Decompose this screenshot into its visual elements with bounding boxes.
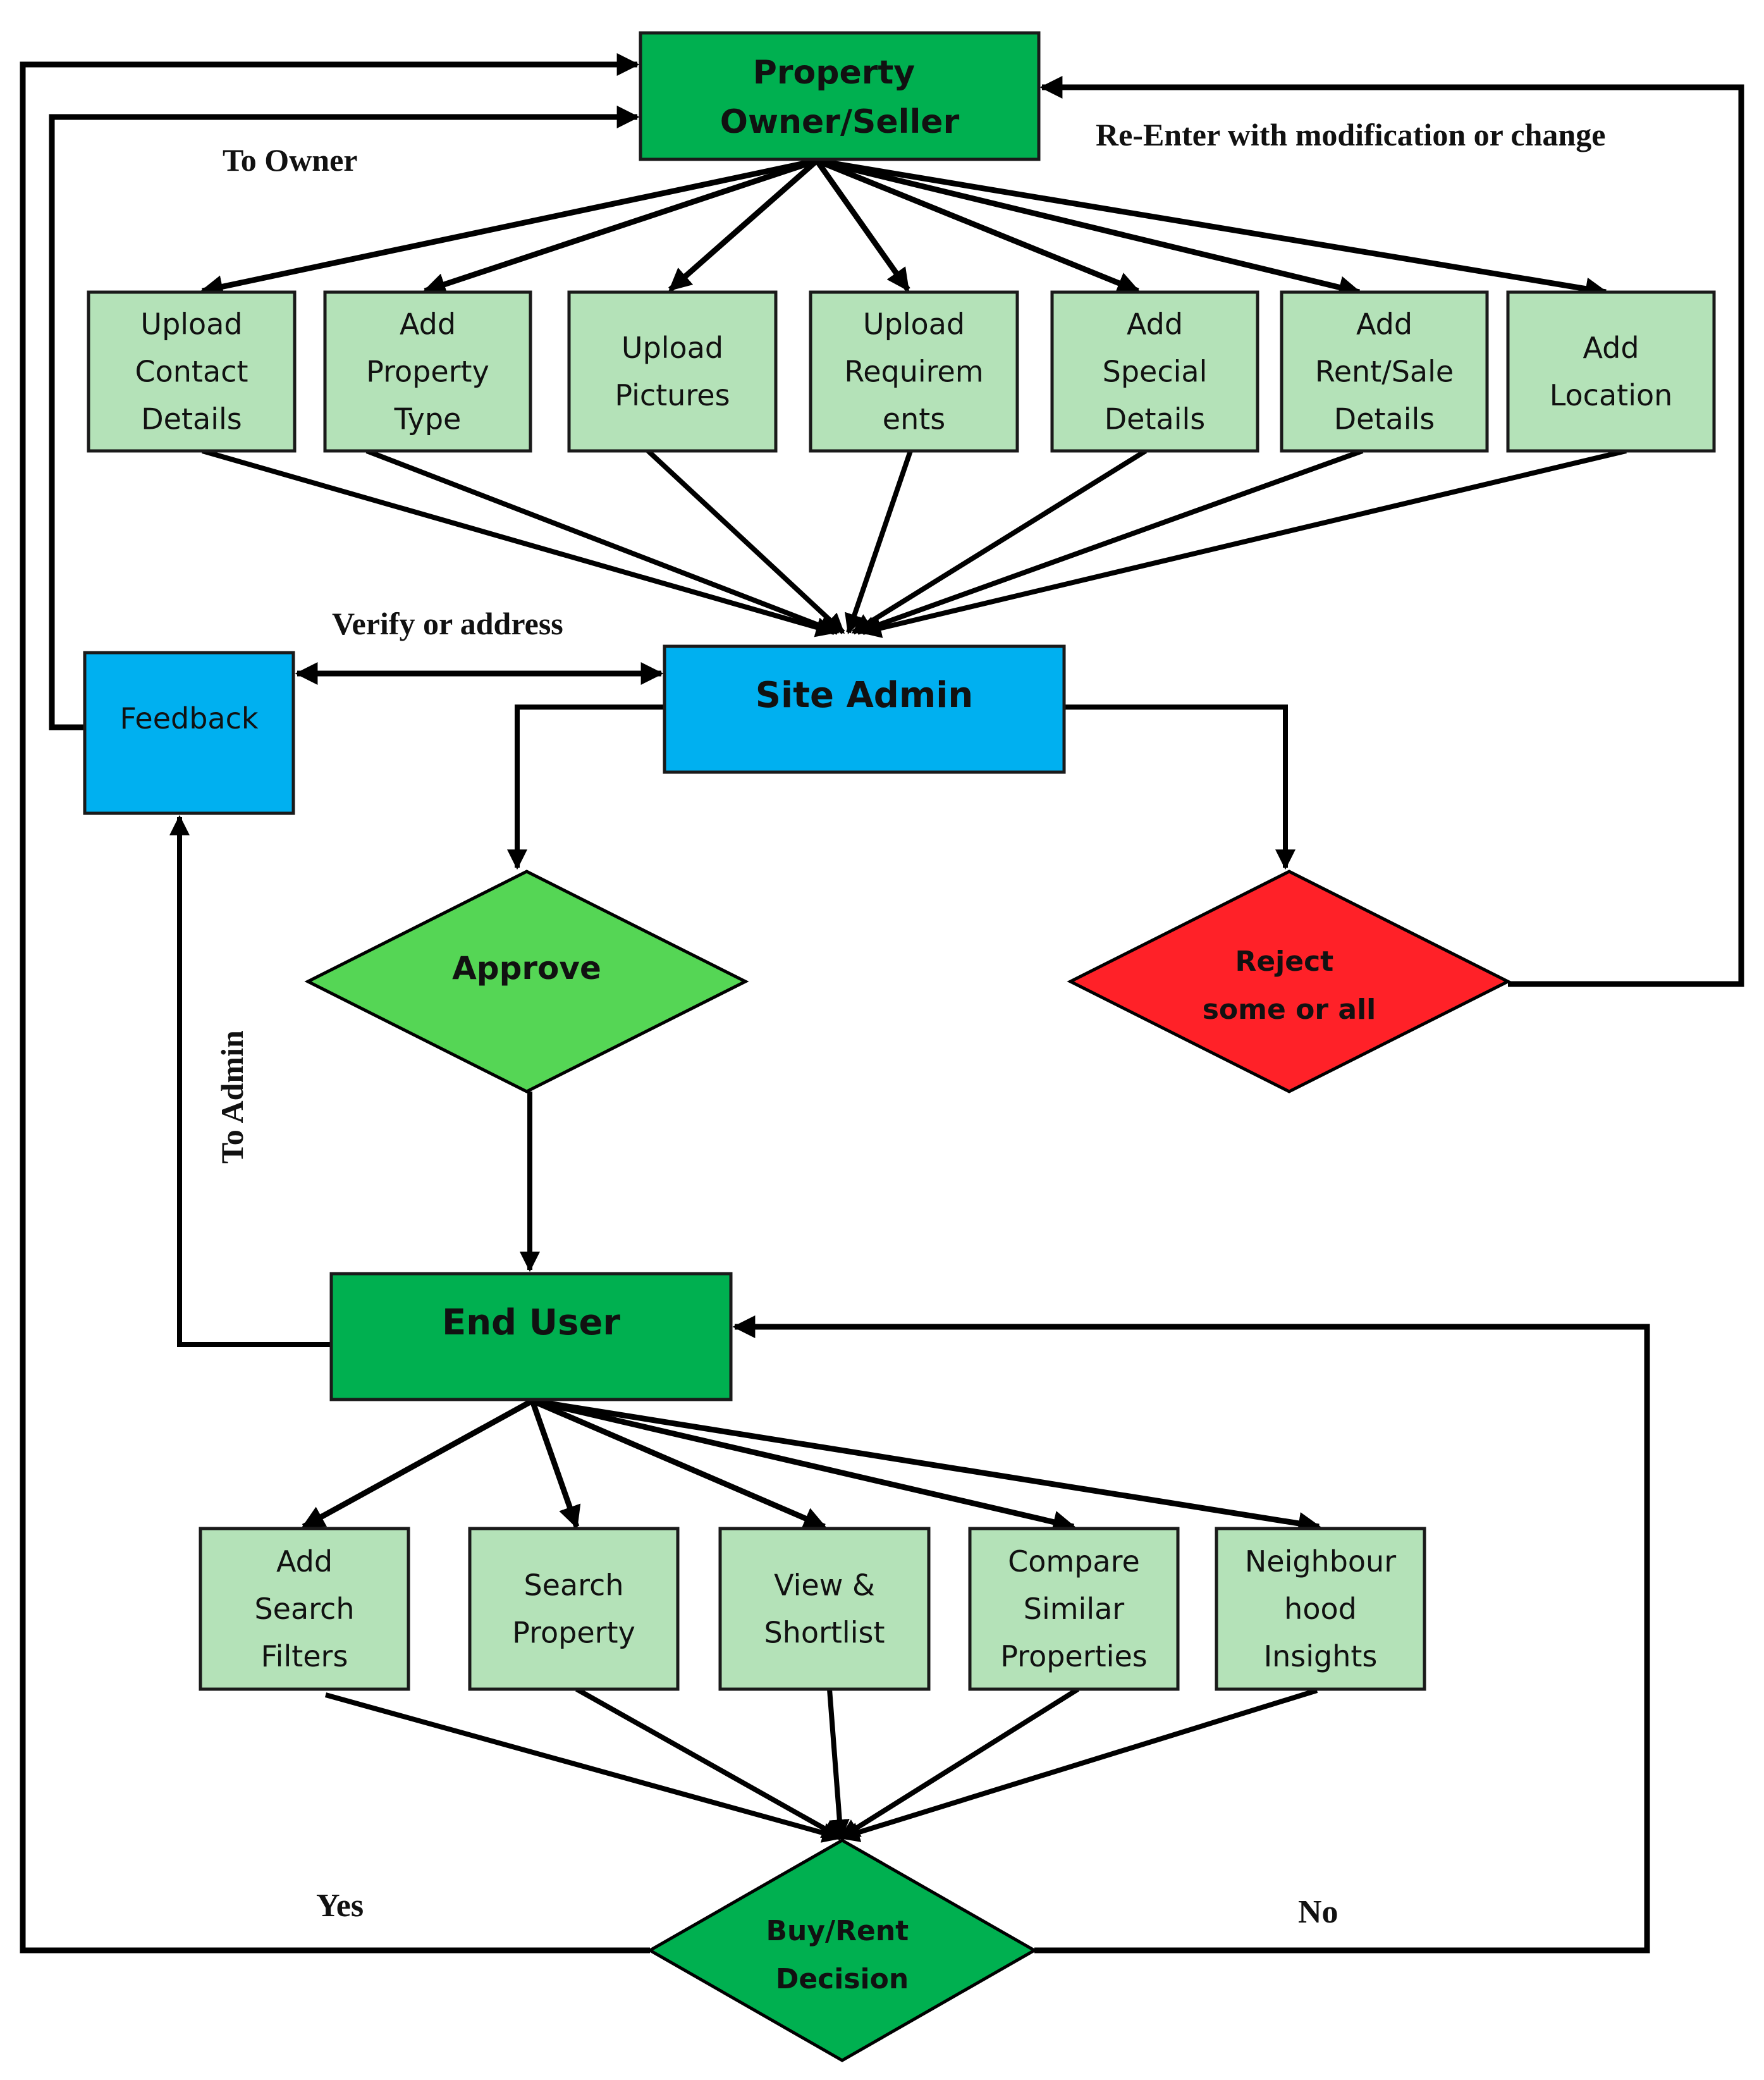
owner-task-7[interactable]: Add Location xyxy=(1506,290,1716,453)
owner-task-label: Upload Contact Details xyxy=(135,307,248,436)
task-to-decision-arrow xyxy=(575,1687,843,1840)
admin-to-approve-arrow xyxy=(507,705,665,870)
owner-to-task-arrow xyxy=(668,158,819,292)
task-to-decision-arrow xyxy=(838,1688,1318,1842)
task-to-decision-arrow xyxy=(827,1689,850,1840)
end-user-node[interactable]: End User xyxy=(329,1272,733,1401)
feedback-label: Feedback xyxy=(119,701,258,735)
owner-to-task-arrow xyxy=(200,157,818,298)
task-to-admin-arrow xyxy=(855,448,1364,636)
owner-task-3[interactable]: Upload Pictures xyxy=(567,290,778,453)
task-to-admin-arrow xyxy=(201,448,836,637)
owner-task-row: Upload Contact DetailsAdd Property TypeUploa… xyxy=(87,290,1716,453)
no-label: No xyxy=(1298,1894,1338,1930)
approve-label: Approve xyxy=(452,950,601,987)
task-to-admin-arrow xyxy=(861,448,1627,638)
owner-task-6[interactable]: Add Rent/Sale Details xyxy=(1280,290,1489,453)
reject-decision[interactable]: Reject some or all xyxy=(1067,870,1512,1093)
buy-rent-decision[interactable]: Buy/Rent Decision xyxy=(646,1838,1038,2062)
owner-node[interactable]: Property Owner/Seller xyxy=(639,31,1041,161)
verify-label: Verify or address xyxy=(332,606,563,641)
flowchart: Property Owner/Seller Upload Contact Detai… xyxy=(20,31,1744,2062)
owner-to-task-arrow xyxy=(816,157,1608,300)
owner-task-4[interactable]: Upload Requirem ents xyxy=(809,290,1019,453)
owner-task-2[interactable]: Add Property Type xyxy=(323,290,532,453)
to-admin-label: To Admin xyxy=(214,1030,250,1164)
re-enter-connector xyxy=(1039,76,1744,987)
to-owner-label: To Owner xyxy=(223,142,357,178)
end-user-label: End User xyxy=(442,1302,620,1343)
feedback-node[interactable]: Feedback xyxy=(83,651,295,815)
site-admin-label: Site Admin xyxy=(756,675,974,716)
owner-task-1[interactable]: Upload Contact Details xyxy=(87,290,297,453)
user-task-3[interactable]: View & Shortlist xyxy=(718,1527,931,1691)
task-to-decision-arrow xyxy=(839,1687,1080,1840)
yes-label: Yes xyxy=(316,1888,364,1924)
user-task-2[interactable]: Search Property xyxy=(468,1527,680,1691)
approve-decision[interactable]: Approve xyxy=(304,870,749,1093)
task-to-admin-arrow xyxy=(365,448,840,636)
user-to-task-arrow xyxy=(532,1398,1321,1535)
owner-to-task-arrow xyxy=(422,157,818,295)
owner-task-5[interactable]: Add Special Details xyxy=(1050,290,1259,453)
user-task-5[interactable]: Neighbour hood Insights xyxy=(1215,1527,1426,1691)
user-task-1[interactable]: Add Search Filters xyxy=(199,1527,410,1691)
user-to-task-arrow xyxy=(301,1398,534,1529)
site-admin-node[interactable]: Site Admin xyxy=(663,644,1066,774)
user-task-4[interactable]: Compare Similar Properties xyxy=(968,1527,1180,1691)
task-to-admin-arrow xyxy=(851,448,1148,635)
user-to-feedback-arrow xyxy=(169,815,331,1347)
admin-to-reject-arrow xyxy=(1064,705,1295,870)
user-to-task-arrow xyxy=(531,1398,827,1530)
re-enter-label: Re-Enter with modification or change xyxy=(1096,117,1605,152)
user-to-task-arrow xyxy=(531,1398,1076,1534)
user-task-row: Add Search Filters Search PropertyView & Shor… xyxy=(199,1527,1426,1691)
task-to-decision-arrow xyxy=(324,1692,843,1843)
